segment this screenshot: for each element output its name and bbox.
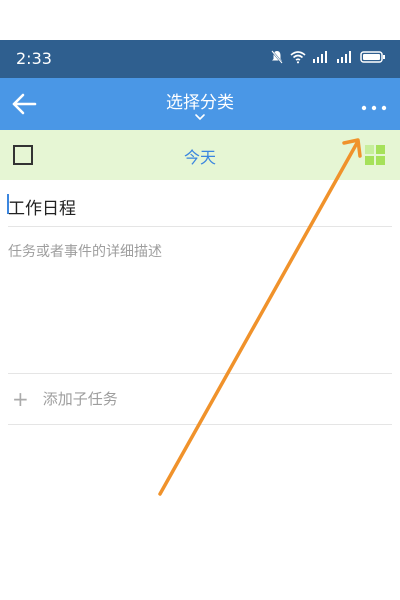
app-bar: 选择分类 bbox=[0, 78, 400, 130]
chevron-down-icon bbox=[195, 114, 205, 121]
arrow-left-icon bbox=[12, 93, 37, 115]
status-icons bbox=[270, 50, 386, 64]
category-selector[interactable]: 选择分类 bbox=[100, 88, 300, 121]
add-subtask-button[interactable]: + 添加子任务 bbox=[12, 388, 118, 409]
mute-bell-icon bbox=[271, 50, 283, 64]
wifi-icon bbox=[290, 51, 306, 64]
status-bar: 2:33 bbox=[0, 40, 400, 78]
task-checkbox[interactable] bbox=[13, 145, 33, 165]
add-subtask-label: 添加子任务 bbox=[42, 390, 118, 408]
back-button[interactable] bbox=[10, 90, 40, 118]
signal-icon-2 bbox=[337, 51, 351, 63]
task-title-input[interactable]: 工作日程 bbox=[8, 194, 76, 219]
category-title: 选择分类 bbox=[166, 93, 234, 113]
plus-icon: + bbox=[12, 386, 29, 411]
divider bbox=[8, 373, 392, 374]
more-button[interactable] bbox=[360, 98, 388, 111]
divider bbox=[8, 226, 392, 227]
divider bbox=[8, 424, 392, 425]
more-horizontal-icon bbox=[361, 105, 387, 111]
description-input[interactable]: 任务或者事件的详细描述 bbox=[8, 241, 162, 261]
priority-button[interactable] bbox=[364, 144, 386, 166]
top-margin bbox=[0, 0, 400, 40]
date-label[interactable]: 今天 bbox=[150, 144, 250, 168]
date-row: 今天 bbox=[0, 130, 400, 180]
battery-icon bbox=[360, 51, 385, 63]
signal-icon-1 bbox=[313, 51, 327, 63]
quadrant-grid-icon bbox=[365, 145, 385, 165]
status-time: 2:33 bbox=[16, 49, 52, 68]
